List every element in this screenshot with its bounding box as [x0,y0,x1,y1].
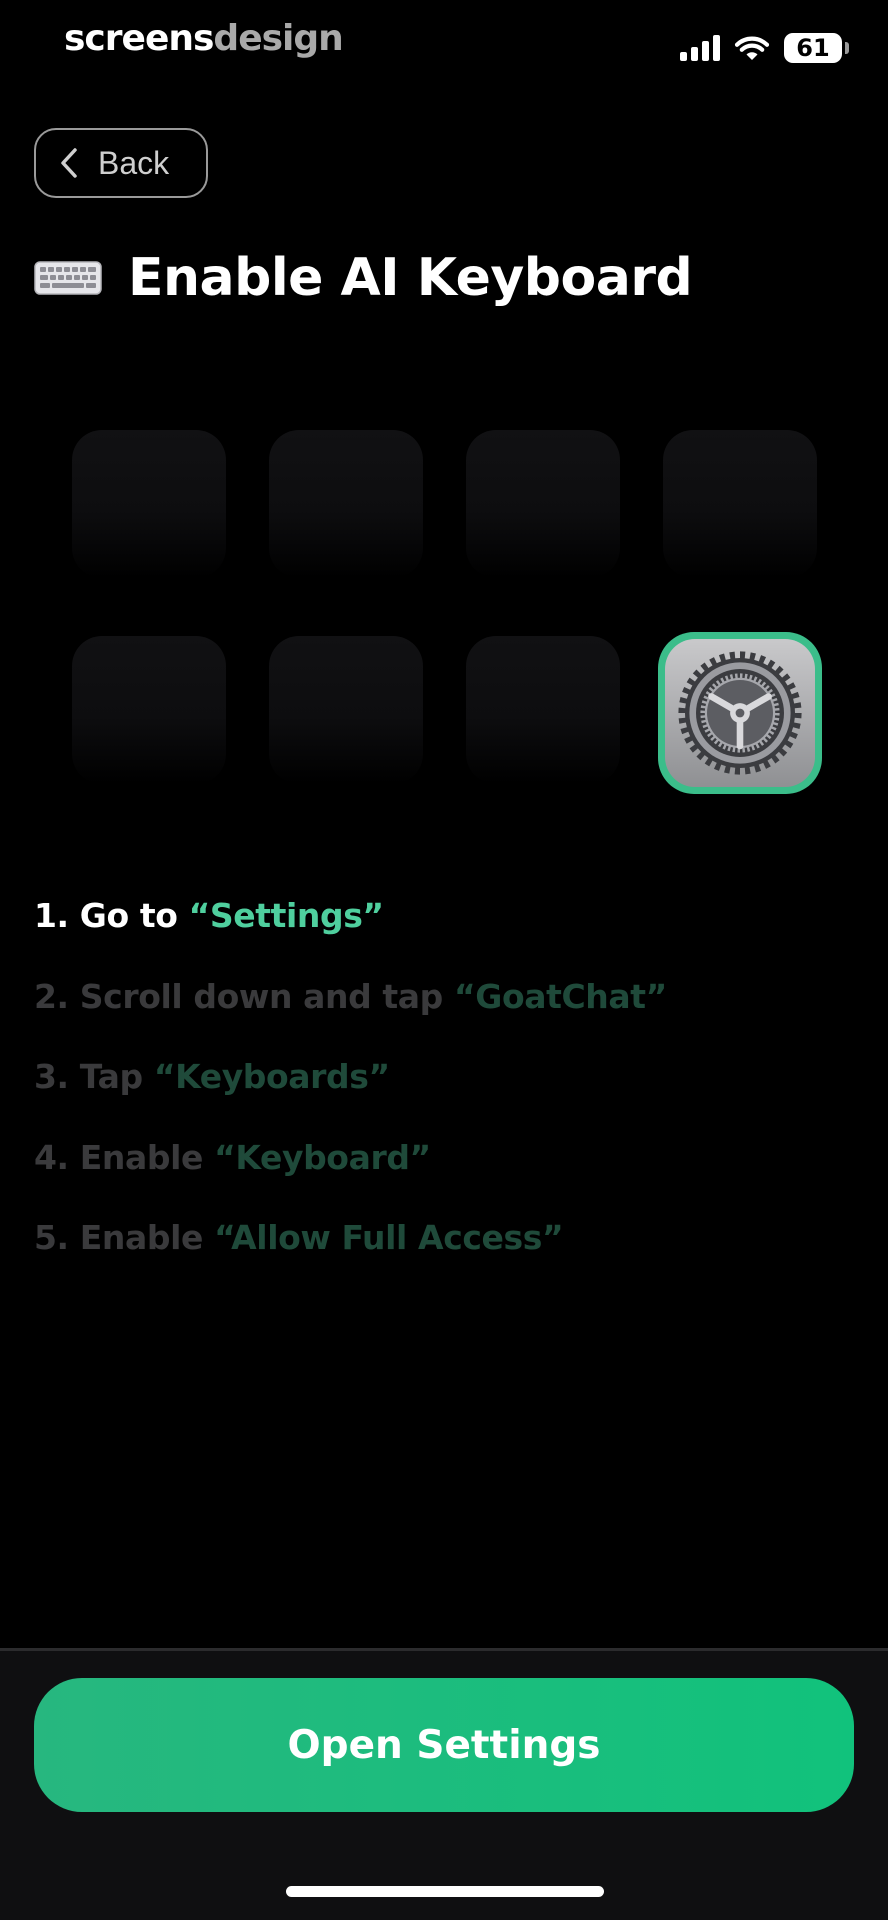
open-settings-button[interactable]: Open Settings [34,1678,854,1812]
step-highlight: “GoatChat” [453,976,667,1016]
brand-logo-part1: screens [64,18,214,59]
step-1: 1. Go to “Settings” [34,896,667,977]
step-highlight: “Allow Full Access” [214,1218,564,1257]
app-tile-placeholder [269,430,423,578]
status-icons: 61 [680,28,849,68]
app-tile-placeholder [466,636,620,784]
page-title: Enable AI Keyboard [128,248,693,308]
brand-logo: screensdesign [64,18,344,59]
title-row: Enable AI Keyboard [34,248,693,308]
keyboard-icon [34,261,102,295]
step-highlight: “Keyboards” [153,1057,390,1096]
step-text: 2. Scroll down and tap [34,976,454,1016]
home-indicator [286,1886,604,1897]
open-settings-label: Open Settings [287,1722,601,1768]
step-2: 2. Scroll down and tap “GoatChat” [34,977,667,1058]
battery-level: 61 [796,34,830,62]
instruction-steps: 1. Go to “Settings” 2. Scroll down and t… [34,896,667,1299]
step-text: 5. Enable [34,1218,215,1257]
app-tile-placeholder [663,430,817,578]
app-tile-placeholder [72,430,226,578]
cellular-signal-icon [680,35,720,61]
app-tile-placeholder [72,636,226,784]
app-tile-placeholder [269,636,423,784]
step-highlight: “Settings” [188,896,385,935]
chevron-left-icon [61,148,77,178]
status-bar: screensdesign 61 [0,0,888,90]
brand-logo-part2: design [213,18,343,59]
step-text: 3. Tap [34,1057,154,1096]
settings-gear-icon [678,651,802,775]
battery-icon: 61 [784,33,849,63]
back-label: Back [98,144,170,181]
step-3: 3. Tap “Keyboards” [34,1057,667,1138]
back-button[interactable]: Back [34,128,208,198]
step-5: 5. Enable “Allow Full Access” [34,1218,667,1299]
wifi-icon [734,36,770,60]
step-text: 4. Enable [34,1137,215,1177]
settings-app-icon-bg [665,639,815,787]
app-tile-placeholder [466,430,620,578]
step-4: 4. Enable “Keyboard” [34,1138,667,1219]
step-text: 1. Go to [34,896,189,935]
settings-app-tile [658,632,822,794]
app-icons-grid [72,430,822,810]
step-highlight: “Keyboard” [214,1137,431,1177]
